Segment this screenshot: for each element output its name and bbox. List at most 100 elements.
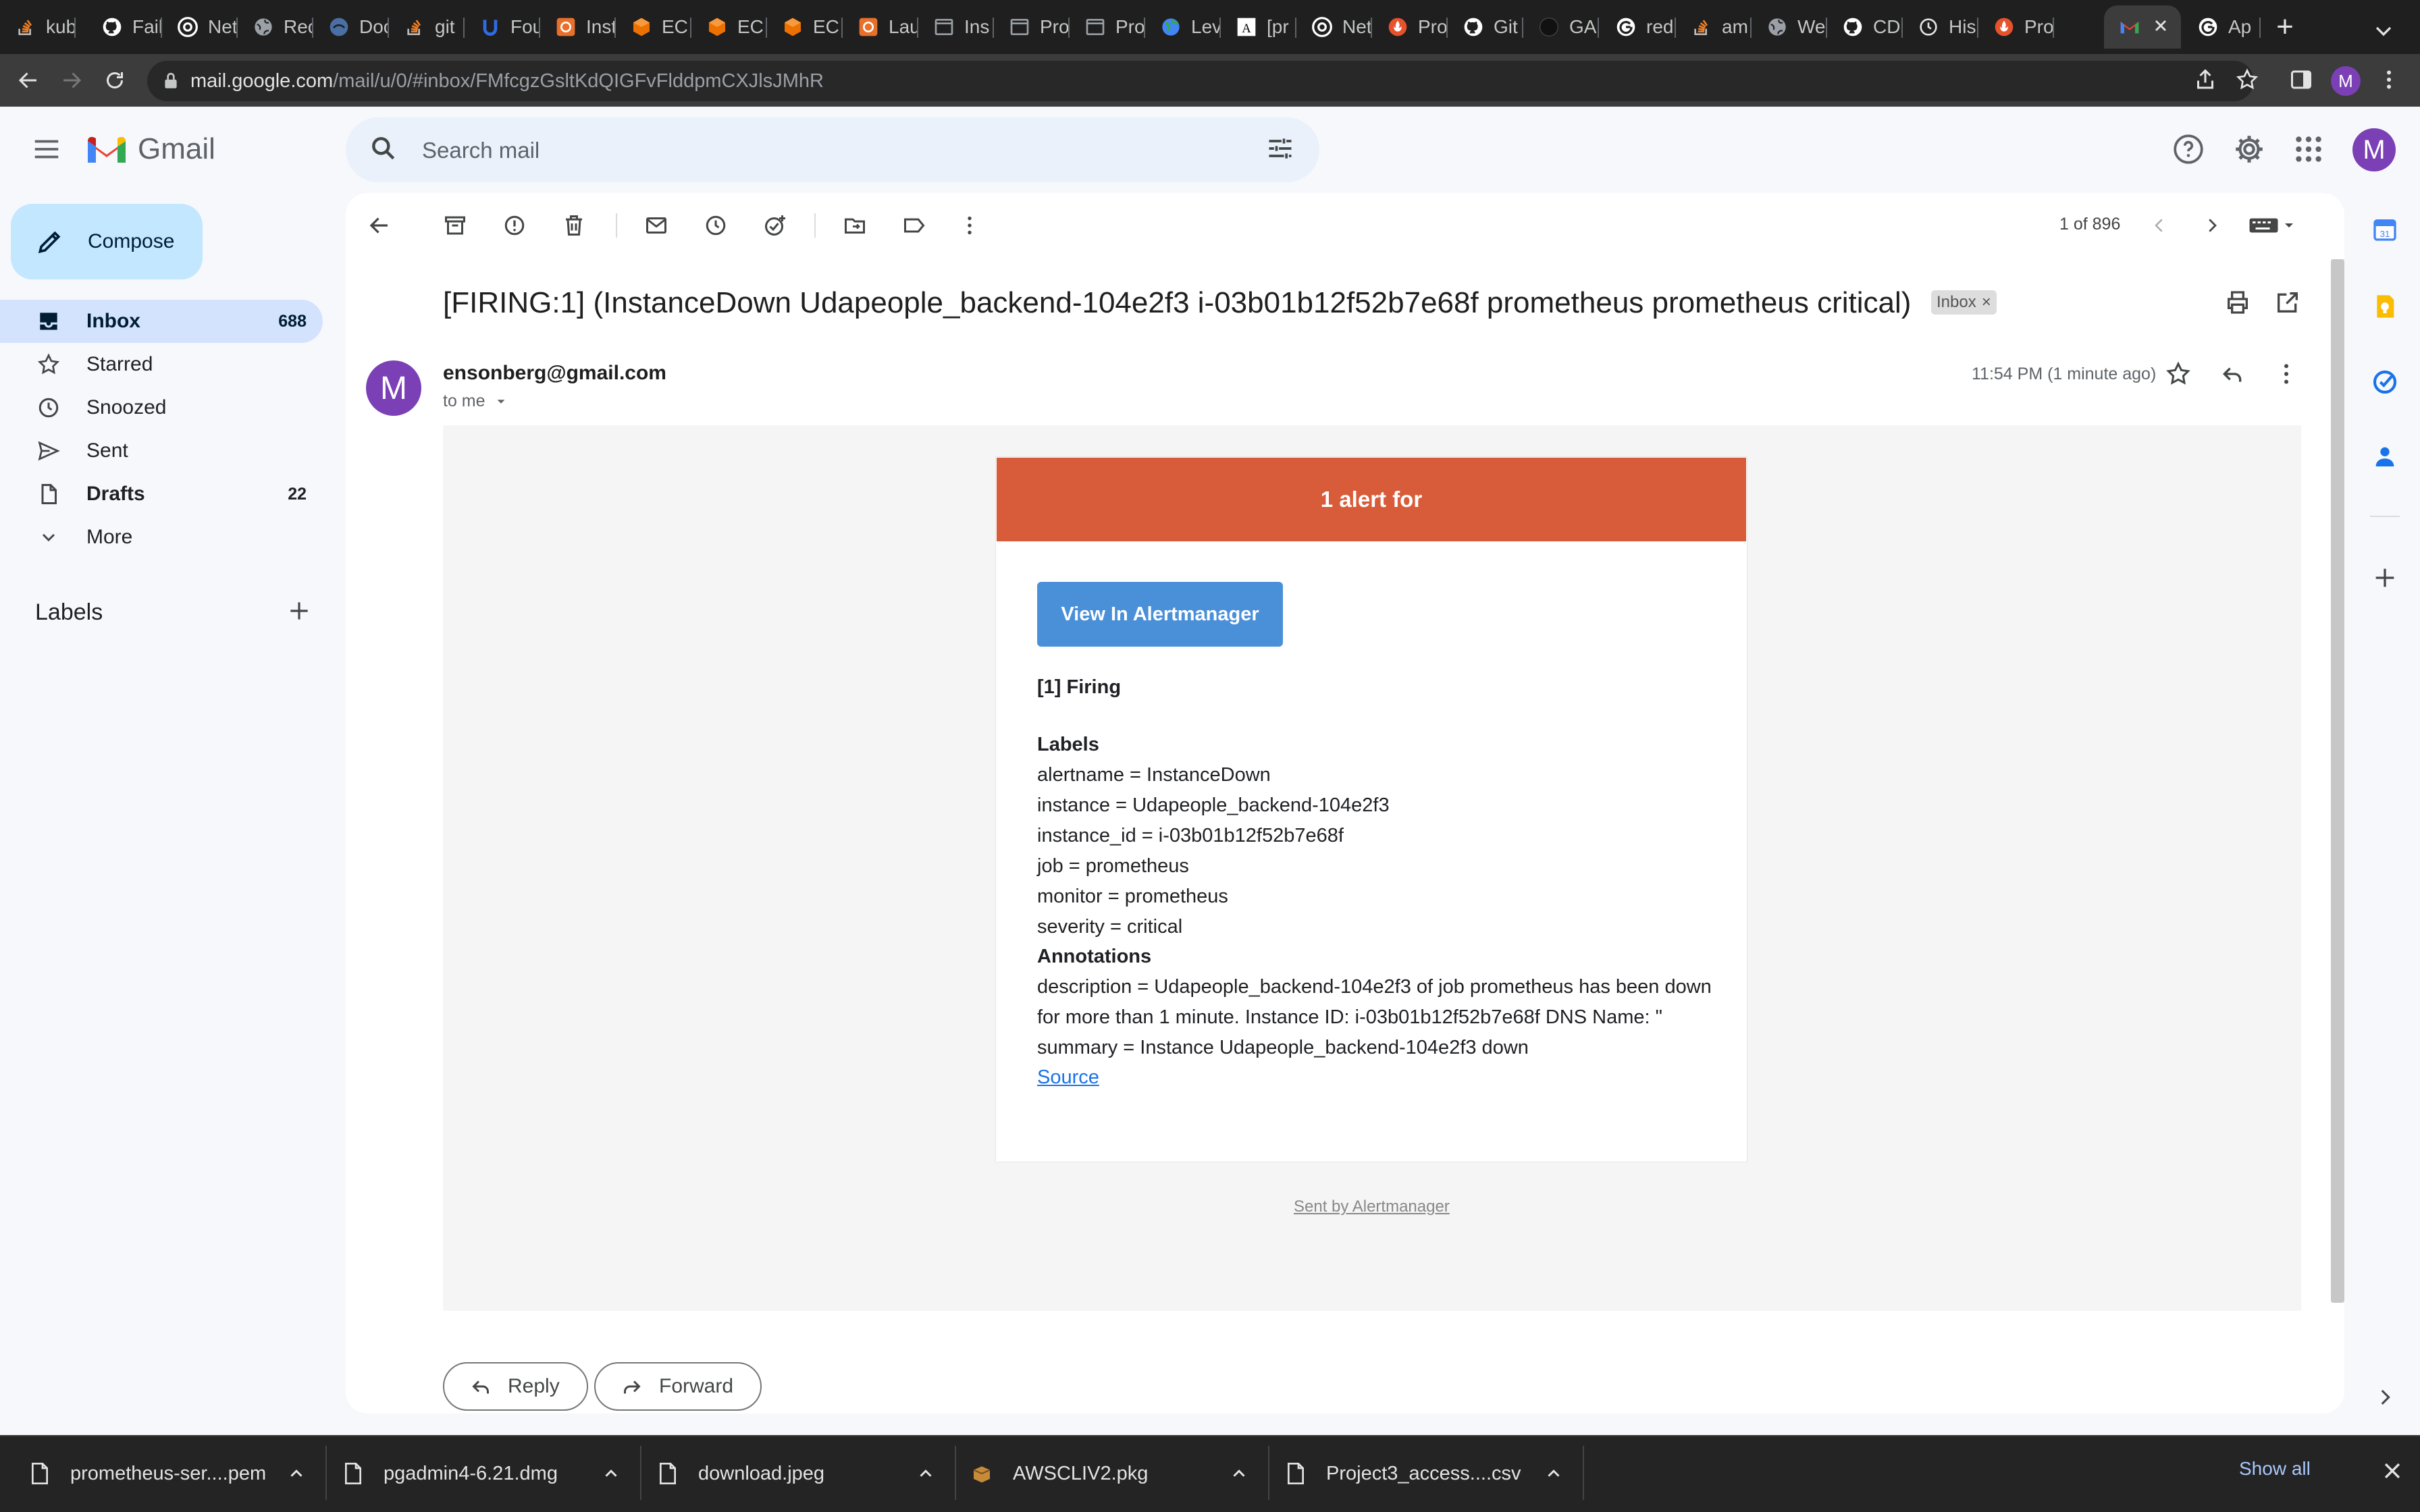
reload-icon[interactable] <box>99 64 131 97</box>
bookmark-star-icon[interactable] <box>2235 68 2262 94</box>
tasks-icon[interactable] <box>2367 364 2402 400</box>
chrome-menu-icon[interactable] <box>2377 68 2404 94</box>
forward-nav-icon[interactable] <box>55 64 88 97</box>
search-icon[interactable] <box>369 134 401 166</box>
star-icon[interactable] <box>2165 360 2194 390</box>
browser-tab[interactable]: red <box>1600 5 1676 49</box>
browser-tab[interactable]: am <box>1676 5 1752 49</box>
scrollbar-thumb[interactable] <box>2331 259 2344 1303</box>
add-label-icon[interactable] <box>286 598 313 625</box>
sidebar-item-drafts[interactable]: Drafts 22 <box>0 473 323 516</box>
compose-button[interactable]: Compose <box>11 204 203 279</box>
browser-tab[interactable]: Pro <box>1978 5 2054 49</box>
view-in-alertmanager-button[interactable]: View In Alertmanager <box>1037 582 1283 647</box>
browser-tab[interactable]: Ap <box>2182 5 2261 49</box>
hide-side-panel-icon[interactable] <box>2367 1380 2402 1415</box>
settings-gear-icon[interactable] <box>2232 132 2267 167</box>
browser-tab[interactable]: We <box>1752 5 1827 49</box>
add-to-tasks-icon[interactable] <box>760 211 790 240</box>
browser-tab[interactable]: Fou <box>465 5 540 49</box>
browser-tab[interactable]: A [pr <box>1221 5 1296 49</box>
browser-tab[interactable]: CD <box>1827 5 1903 49</box>
source-link[interactable]: Source <box>1037 1066 1099 1088</box>
sidebar-item-more[interactable]: More <box>0 516 323 559</box>
browser-tab[interactable]: Fail <box>86 5 162 49</box>
browser-tab[interactable]: Inst <box>540 5 616 49</box>
browser-tab[interactable]: Lau <box>843 5 918 49</box>
new-tab-button[interactable]: + <box>2269 12 2301 45</box>
browser-tab[interactable]: EC <box>616 5 691 49</box>
browser-tab[interactable] <box>2104 5 2181 49</box>
browser-tab[interactable]: Pro <box>1372 5 1448 49</box>
move-to-folder-icon[interactable] <box>840 211 870 240</box>
forward-button[interactable]: Forward <box>594 1362 762 1411</box>
contacts-icon[interactable] <box>2367 439 2402 474</box>
browser-tab[interactable]: Pro <box>994 5 1070 49</box>
search-input[interactable]: Search mail <box>422 138 540 163</box>
sidebar-item-starred[interactable]: Starred <box>0 343 323 386</box>
lock-icon[interactable] <box>162 72 181 90</box>
help-icon[interactable] <box>2172 132 2207 167</box>
account-avatar[interactable]: M <box>2352 128 2396 171</box>
close-shelf-icon[interactable] <box>2381 1459 2408 1486</box>
browser-tab[interactable]: Pro <box>1070 5 1145 49</box>
print-icon[interactable] <box>2224 289 2254 319</box>
close-tab-icon[interactable] <box>2151 16 2172 36</box>
mark-unread-icon[interactable] <box>641 211 671 240</box>
browser-tab[interactable]: Net <box>1296 5 1372 49</box>
reply-button[interactable]: Reply <box>443 1362 588 1411</box>
sent-by-alertmanager-link[interactable]: Sent by Alertmanager <box>1294 1197 1450 1216</box>
url-text[interactable]: mail.google.com/mail/u/0/#inbox/FMfcgzGs… <box>190 70 824 92</box>
download-options-chevron-icon[interactable] <box>1229 1463 1249 1484</box>
browser-tab[interactable]: Rec <box>238 5 313 49</box>
delete-icon[interactable] <box>559 211 589 240</box>
browser-tab[interactable]: Net <box>162 5 238 49</box>
browser-tab[interactable]: Doc <box>313 5 389 49</box>
sidebar-item-sent[interactable]: Sent <box>0 429 323 473</box>
download-options-chevron-icon[interactable] <box>601 1463 621 1484</box>
show-all-downloads-link[interactable]: Show all <box>2239 1458 2311 1480</box>
sender-avatar[interactable]: M <box>366 360 421 416</box>
browser-tab[interactable]: GA <box>1523 5 1599 49</box>
snooze-clock-icon[interactable] <box>701 211 731 240</box>
label-tag-icon[interactable] <box>899 211 929 240</box>
message-more-icon[interactable] <box>2273 360 2303 390</box>
download-item[interactable]: Project3_access....csv <box>1286 1436 1564 1511</box>
back-to-inbox-icon[interactable] <box>365 211 394 240</box>
apps-grid-icon[interactable] <box>2292 132 2327 167</box>
open-new-window-icon[interactable] <box>2274 289 2304 319</box>
browser-tab[interactable]: git <box>389 5 465 49</box>
browser-tab[interactable]: EC <box>767 5 843 49</box>
recipient-details[interactable]: to me <box>443 392 508 411</box>
download-item[interactable]: pgadmin4-6.21.dmg <box>343 1436 621 1511</box>
archive-icon[interactable] <box>440 211 470 240</box>
newer-chevron-icon[interactable] <box>2145 211 2174 240</box>
get-add-ons-icon[interactable] <box>2367 560 2402 595</box>
browser-tab[interactable]: His <box>1903 5 1978 49</box>
download-item[interactable]: prometheus-ser....pem <box>30 1436 307 1511</box>
back-nav-icon[interactable] <box>12 64 45 97</box>
tab-search-chevron-icon[interactable] <box>2370 18 2397 45</box>
download-options-chevron-icon[interactable] <box>286 1463 307 1484</box>
main-menu-icon[interactable] <box>31 134 65 167</box>
sidebar-item-snoozed[interactable]: Snoozed <box>0 386 323 429</box>
gmail-logo[interactable]: Gmail <box>85 132 215 166</box>
calendar-icon[interactable]: 31 <box>2367 212 2402 247</box>
input-tools-keyboard-icon[interactable] <box>2246 211 2300 240</box>
download-item[interactable]: AWSCLIV2.pkg <box>971 1436 1249 1511</box>
browser-tab[interactable]: Lev <box>1145 5 1221 49</box>
download-options-chevron-icon[interactable] <box>1544 1463 1564 1484</box>
side-panel-icon[interactable] <box>2289 68 2316 94</box>
share-icon[interactable] <box>2193 68 2220 94</box>
inbox-label-chip[interactable]: Inbox × <box>1931 290 1997 315</box>
download-item[interactable]: download.jpeg <box>658 1436 936 1511</box>
older-chevron-icon[interactable] <box>2197 211 2227 240</box>
more-options-icon[interactable] <box>955 211 984 240</box>
details-dropdown-icon[interactable] <box>494 394 508 409</box>
report-spam-icon[interactable] <box>500 211 529 240</box>
browser-tab[interactable]: kub <box>0 5 76 49</box>
browser-tab[interactable]: Git <box>1448 5 1523 49</box>
sidebar-item-inbox[interactable]: Inbox 688 <box>0 300 323 343</box>
search-options-icon[interactable] <box>1265 134 1298 166</box>
download-options-chevron-icon[interactable] <box>916 1463 936 1484</box>
